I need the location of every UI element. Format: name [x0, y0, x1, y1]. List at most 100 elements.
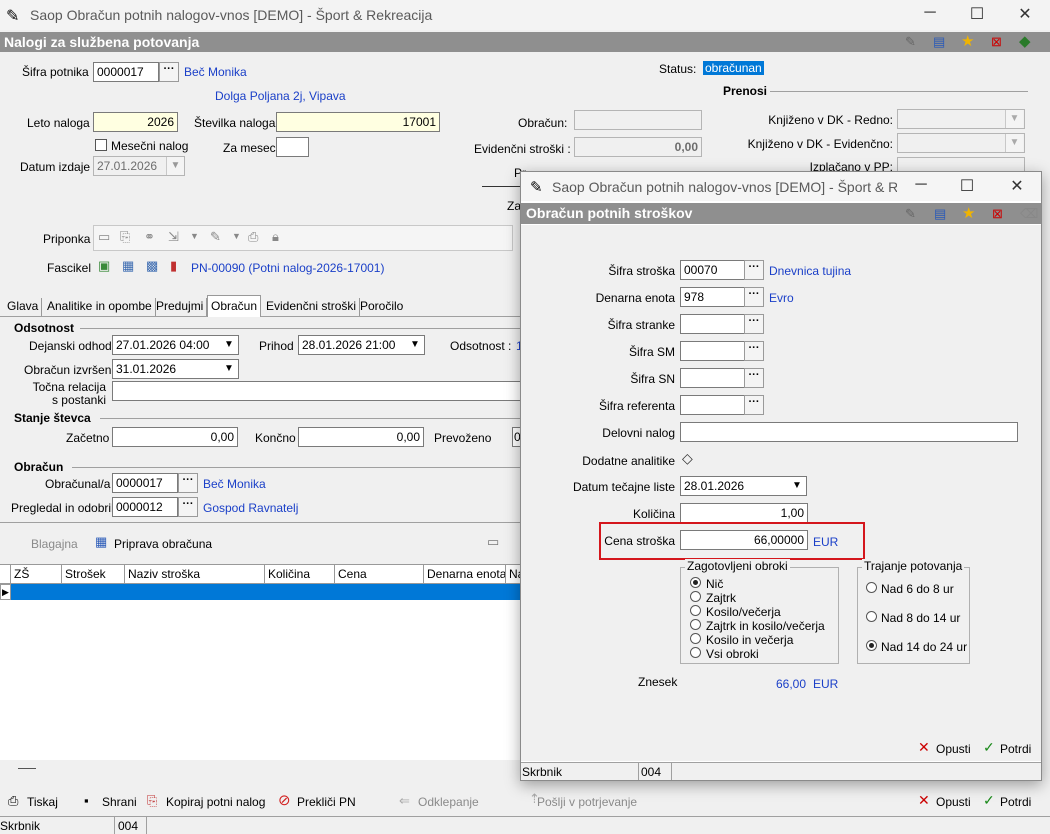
close-icon[interactable]: ✕: [918, 739, 930, 756]
grid-header-strosek[interactable]: Strošek: [62, 565, 125, 583]
lock-icon[interactable]: 🔒︎: [272, 229, 279, 245]
denarna-enota-lookup-button[interactable]: ···: [744, 287, 764, 307]
trajanje-radio-8-14[interactable]: [866, 611, 877, 622]
main-potrdi-button[interactable]: Potrdi: [1000, 795, 1031, 809]
koncno-input[interactable]: 0,00: [298, 427, 424, 447]
denarna-enota-input[interactable]: 978: [680, 287, 745, 307]
fascikel-link[interactable]: PN-00090 (Potni nalog-2026-17001): [191, 261, 384, 275]
sifra-stroska-input[interactable]: 00070: [680, 260, 745, 280]
tiskaj-button[interactable]: Tiskaj: [27, 795, 58, 809]
mesecni-nalog-checkbox[interactable]: [95, 139, 107, 151]
dialog-opusti-button[interactable]: Opusti: [936, 742, 971, 756]
sifra-sn-lookup-button[interactable]: ···: [744, 368, 764, 388]
grid-header-zs[interactable]: ZŠ: [11, 565, 62, 583]
trajanje-radio-14-24[interactable]: [866, 640, 877, 651]
close-button[interactable]: ✕: [1010, 4, 1040, 24]
sifra-referenta-lookup-button[interactable]: ···: [744, 395, 764, 415]
edit-icon[interactable]: ✎: [905, 34, 916, 50]
sifra-sm-lookup-button[interactable]: ···: [744, 341, 764, 361]
sifra-sn-input[interactable]: [680, 368, 745, 388]
obroki-radio-kosilo-vecerja[interactable]: [690, 633, 701, 644]
grid-header-cena[interactable]: Cena: [335, 565, 424, 583]
delovni-nalog-input[interactable]: [680, 422, 1018, 442]
chevron-down-icon[interactable]: ▼: [190, 231, 199, 241]
dialog-potrdi-button[interactable]: Potrdi: [1000, 742, 1031, 756]
obracunal-lookup-button[interactable]: ···: [178, 473, 198, 493]
sifra-stroska-lookup-button[interactable]: ···: [744, 260, 764, 280]
unlock-icon[interactable]: ⇐: [399, 793, 410, 809]
delete-icon[interactable]: ⊠: [992, 206, 1003, 222]
link-icon[interactable]: ⚭: [144, 229, 155, 245]
sifra-referenta-input[interactable]: [680, 395, 745, 415]
star-icon[interactable]: ★: [961, 32, 974, 50]
exit-icon[interactable]: ◆: [1019, 32, 1031, 50]
check-icon[interactable]: ✓: [983, 792, 995, 809]
sifra-stranke-lookup-button[interactable]: ···: [744, 314, 764, 334]
tab-porocilo[interactable]: Poročilo: [357, 298, 406, 316]
new-row-icon[interactable]: ▭: [487, 534, 499, 550]
table-row[interactable]: [11, 584, 522, 600]
list-icon[interactable]: ▤: [934, 206, 946, 222]
chevron-down-icon[interactable]: ▼: [232, 231, 241, 241]
minimize-button[interactable]: ─: [915, 4, 945, 22]
cena-stroska-input[interactable]: 66,00000: [680, 530, 808, 550]
tab-analitike[interactable]: Analitike in opombe: [44, 298, 156, 316]
chevron-down-icon[interactable]: ▼: [788, 477, 806, 495]
chevron-down-icon[interactable]: ▼: [220, 336, 238, 354]
chevron-down-icon[interactable]: ▼: [220, 360, 238, 378]
stevilka-naloga-input[interactable]: 17001: [276, 112, 440, 132]
chevron-down-icon[interactable]: ▼: [1005, 134, 1023, 152]
shrani-button[interactable]: Shrani: [102, 795, 137, 809]
main-opusti-button[interactable]: Opusti: [936, 795, 971, 809]
odklepanje-button[interactable]: Odklepanje: [418, 795, 479, 809]
grid-header-kolicina[interactable]: Količina: [265, 565, 335, 583]
check-icon[interactable]: ✓: [983, 739, 995, 756]
folder-open-icon[interactable]: ▦: [122, 258, 134, 274]
obroki-radio-zajtrk[interactable]: [690, 591, 701, 602]
dialog-close-button[interactable]: ✕: [1002, 176, 1032, 196]
za-mesec-input[interactable]: [276, 137, 309, 157]
grid-header-denarna[interactable]: Denarna enota: [424, 565, 506, 583]
dialog-minimize-button[interactable]: ─: [906, 176, 936, 194]
dialog-maximize-button[interactable]: ☐: [952, 176, 982, 196]
sifra-potnika-lookup-button[interactable]: ···: [159, 62, 179, 82]
star-icon[interactable]: ★: [962, 204, 975, 222]
copy-icon[interactable]: ⎘: [147, 793, 157, 809]
kolicina-input[interactable]: 1,00: [680, 503, 808, 523]
tag-icon[interactable]: ◇: [682, 450, 693, 467]
print-icon[interactable]: ⎙: [248, 229, 258, 245]
pregledal-lookup-button[interactable]: ···: [178, 497, 198, 517]
export-icon[interactable]: ⇲: [168, 229, 179, 245]
poslji-button[interactable]: Pošlji v potrjevanje: [537, 795, 637, 809]
eraser-icon[interactable]: ⌫: [1020, 206, 1038, 222]
blagajna-button[interactable]: Blagajna: [31, 537, 78, 551]
tab-predujmi[interactable]: Predujmi: [153, 298, 208, 316]
tab-evidencni[interactable]: Evidenčni stroški: [263, 298, 361, 316]
trajanje-radio-6-8[interactable]: [866, 582, 877, 593]
print-icon[interactable]: ⎙: [8, 793, 18, 809]
chevron-down-icon[interactable]: ▼: [1005, 110, 1023, 128]
preklici-button[interactable]: Prekliči PN: [297, 795, 356, 809]
edit-icon[interactable]: ✎: [210, 229, 221, 245]
zacetno-input[interactable]: 0,00: [112, 427, 238, 447]
maximize-button[interactable]: ☐: [962, 4, 992, 24]
sifra-potnika-input[interactable]: 0000017: [93, 62, 159, 82]
leto-naloga-input[interactable]: 2026: [93, 112, 178, 132]
attach-icon[interactable]: ⎘: [120, 229, 130, 245]
tab-obracun[interactable]: Obračun: [207, 295, 262, 317]
obroki-radio-nic[interactable]: [690, 577, 701, 588]
grid-header-naziv[interactable]: Naziv stroška: [125, 565, 265, 583]
tab-glava[interactable]: Glava: [4, 298, 43, 316]
save-icon[interactable]: ▪: [84, 793, 89, 808]
chevron-down-icon[interactable]: ▼: [406, 336, 424, 354]
close-icon[interactable]: ✕: [918, 792, 930, 809]
books-icon[interactable]: ▮: [170, 258, 177, 274]
list-icon[interactable]: ▤: [933, 34, 945, 50]
kopiraj-button[interactable]: Kopiraj potni nalog: [166, 795, 265, 809]
priprava-obracuna-button[interactable]: Priprava obračuna: [114, 537, 212, 551]
sifra-stranke-input[interactable]: [680, 314, 745, 334]
chevron-down-icon[interactable]: ▼: [166, 157, 184, 175]
pregledal-input[interactable]: 0000012: [112, 497, 178, 517]
new-document-icon[interactable]: ▭: [98, 229, 110, 245]
obroki-radio-zajtrk-kosilo[interactable]: [690, 619, 701, 630]
